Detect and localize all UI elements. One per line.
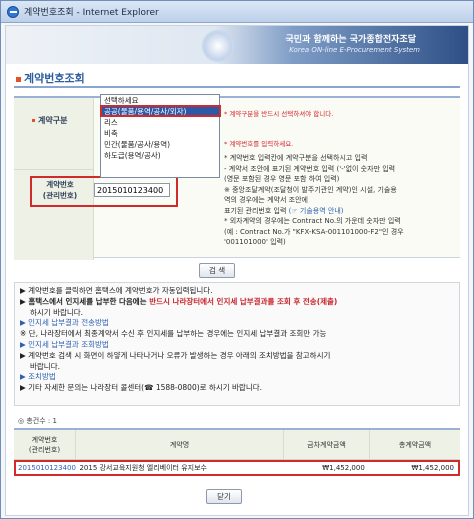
col-total-amount: 총계약금액 (398, 440, 432, 449)
search-form: 계약구분 선택하세요 공공(물품/용역/공사/외자) 리스 비축 민간(물품/공… (14, 94, 460, 260)
page-content: 국민과 함께하는 국가종합전자조달 Korea ON-line E-Procur… (5, 25, 469, 516)
contract-no-link[interactable]: 2015010123400 (16, 464, 77, 472)
contract-no-hint: * 계약번호를 입력하세요. (224, 140, 294, 148)
notice-line: ▶ 계약번호를 클릭하면 홈택스에 계약번호가 자동입력됩니다. (20, 286, 213, 295)
dropdown-option[interactable]: 민간(물품/공사/용역) (101, 139, 219, 150)
guide-line: '001101000' 입력) (224, 238, 286, 246)
header-system-name: Korea ON-line E-Procurement System (289, 46, 420, 54)
contract-type-label: 계약구분 (32, 115, 67, 126)
notice-warning: 반드시 나라장터에서 인지세 납부결과를 조회 후 전송(제출) (149, 296, 338, 306)
current-amount: ₩1,452,000 (322, 464, 365, 472)
notice-line: ▶ 계약번호 검색 시 화면이 하얗게 나타나거나 오류가 발생하는 경우 아래… (20, 350, 331, 360)
dropdown-option[interactable]: 리스 (101, 117, 219, 128)
internet-explorer-icon (7, 5, 19, 18)
title-divider (14, 86, 460, 88)
notice-line: ※ 단, 나라장터에서 최종계약서 수신 후 인지세를 납부하는 경우에는 인지… (20, 329, 327, 339)
table-header: 계약번호 (관리번호) 계약명 금차계약금액 총계약금액 (14, 430, 460, 460)
contract-name: 2015 강서교육지원청 엘리베이터 유지보수 (79, 464, 207, 472)
guide-line: 역의 경우에는 계약서 조안에 (224, 196, 308, 204)
browser-window: 계약번호조회 - Internet Explorer 국민과 함께하는 국가종합… (0, 0, 474, 519)
guide-line: (예 : Contract No.가 "KFX-KSA-001101000-F2… (224, 227, 404, 236)
contract-type-dropdown[interactable]: 선택하세요 공공(물품/용역/공사/외자) 리스 비축 민간(물품/공사/용역)… (100, 94, 221, 178)
title-bullet-icon (16, 76, 21, 82)
notice-line: ▶ 홈택스에서 인지세를 납부한 다음에는 반드시 나라장터에서 인지세 납부결… (20, 297, 454, 308)
guide-text: 표기된 관리번호 입력 (224, 206, 287, 215)
notice-text: ▶ 홈택스에서 인지세를 납부한 다음에는 (20, 296, 150, 306)
search-button[interactable]: 검 색 (199, 263, 235, 278)
notice-line: 바랍니다. (30, 361, 60, 371)
col-contract-no: 계약번호 (관리번호) (14, 430, 76, 459)
contract-type-label-cell: 계약구분 (14, 98, 94, 170)
page-title-text: 계약번호조회 (24, 72, 85, 85)
site-header: 국민과 함께하는 국가종합전자조달 Korea ON-line E-Procur… (6, 26, 468, 64)
stamp-tax-send-guide-link[interactable]: ▶ 인지세 납부결과 전송방법 (20, 318, 454, 329)
header-slogan: 국민과 함께하는 국가종합전자조달 (285, 35, 416, 45)
page-title: 계약번호조회 (16, 70, 85, 86)
col-current-amount: 금차계약금액 (284, 430, 370, 459)
title-bar: 계약번호조회 - Internet Explorer (1, 1, 473, 23)
label-bullet-icon (32, 119, 35, 122)
total-amount: ₩1,452,000 (411, 464, 454, 472)
guide-line: ※ 중앙조달계약(조달청이 발주기관인 계약)인 시설, 기술용 (224, 185, 397, 194)
guide-line: - 계약서 조안에 표기된 계약번호 입력 ('-'없이 숫자만 입력 (224, 164, 396, 173)
notice-line: 하시기 바랍니다. (30, 307, 84, 317)
input-guide: * 계약번호 입력칸에 계약구분을 선택하시고 입력 - 계약서 조안에 표기된… (224, 153, 456, 248)
dropdown-option[interactable]: 하도급(용역/공사) (101, 150, 219, 161)
close-button[interactable]: 닫기 (206, 489, 242, 504)
table-row[interactable]: 2015010123400 2015 강서교육지원청 엘리베이터 유지보수 ₩1… (14, 460, 460, 476)
guide-line: * 외자계약의 경우에는 Contract No.의 가운데 숫자만 입력 (224, 217, 401, 225)
col-contract-name: 계약명 (76, 430, 284, 459)
contract-no-input[interactable] (94, 183, 170, 197)
window-title: 계약번호조회 - Internet Explorer (24, 8, 159, 18)
selected-option-highlight (100, 105, 221, 117)
contract-type-label-text: 계약구분 (38, 116, 68, 125)
guide-line: (영문 포함된 경우 영문 포함 하여 입력) (224, 175, 340, 183)
results-table: 계약번호 (관리번호) 계약명 금차계약금액 총계약금액 20150101234… (14, 428, 460, 476)
stamp-tax-check-guide-link[interactable]: ▶ 인지세 납부결과 조회방법 (20, 340, 454, 351)
dropdown-option[interactable]: 비축 (101, 128, 219, 139)
tech-service-guide-link[interactable]: (☞ 기술용역 안내) (289, 207, 344, 215)
contract-no-label: 계약번호 (관리번호) (42, 180, 78, 200)
result-count: ◎ 총건수 : 1 (18, 417, 57, 425)
guide-line: 표기된 관리번호 입력 (☞ 기술용역 안내) (224, 206, 456, 217)
notice-box: ▶ 계약번호를 클릭하면 홈택스에 계약번호가 자동입력됩니다. ▶ 홈택스에서… (14, 282, 460, 406)
troubleshoot-guide-link[interactable]: ▶ 조치방법 (20, 372, 454, 383)
koneps-logo-icon (202, 30, 234, 62)
contract-type-hint: * 계약구분을 반드시 선택하셔야 합니다. (224, 110, 334, 118)
notice-line: ▶ 기타 자세한 문의는 나라장터 콜센터(☎ 1588-0800)로 하시기 … (20, 383, 262, 393)
guide-line: * 계약번호 입력칸에 계약구분을 선택하시고 입력 (224, 154, 368, 162)
